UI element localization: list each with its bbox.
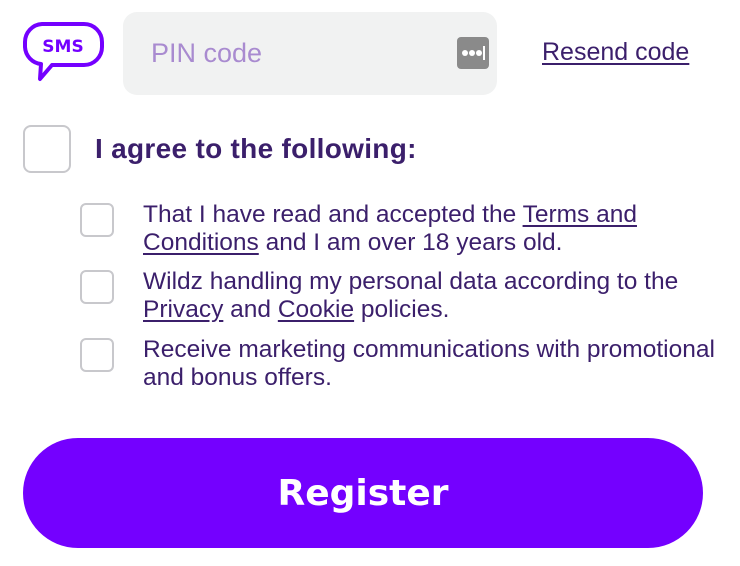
agree-all-row: I agree to the following: — [23, 125, 417, 173]
consent-terms-item: That I have read and accepted the Terms … — [80, 201, 723, 257]
consent-privacy-text: Wildz handling my personal data accordin… — [143, 268, 679, 323]
consent-marketing-text: Receive marketing communications with pr… — [143, 336, 715, 391]
consent-marketing-item: Receive marketing communications with pr… — [80, 336, 723, 392]
agree-all-checkbox[interactable] — [23, 125, 71, 173]
agree-all-label: I agree to the following: — [95, 133, 417, 164]
register-button[interactable]: Register — [23, 438, 703, 548]
privacy-policy-link[interactable]: Privacy — [143, 296, 223, 323]
cookie-policy-link[interactable]: Cookie — [278, 296, 354, 323]
consent-terms-text: That I have read and accepted the Terms … — [143, 201, 637, 256]
consent-privacy-checkbox[interactable] — [80, 270, 114, 304]
consent-privacy-item: Wildz handling my personal data accordin… — [80, 268, 723, 324]
sms-icon-label: SMS — [42, 37, 83, 57]
consent-terms-checkbox[interactable] — [80, 203, 114, 237]
resend-code-link[interactable]: Resend code — [542, 38, 689, 67]
pin-code-field[interactable] — [123, 12, 497, 95]
password-manager-icon[interactable] — [457, 37, 489, 69]
consent-marketing-checkbox[interactable] — [80, 338, 114, 372]
pin-code-input[interactable] — [123, 12, 443, 95]
sms-icon: SMS — [22, 21, 106, 85]
